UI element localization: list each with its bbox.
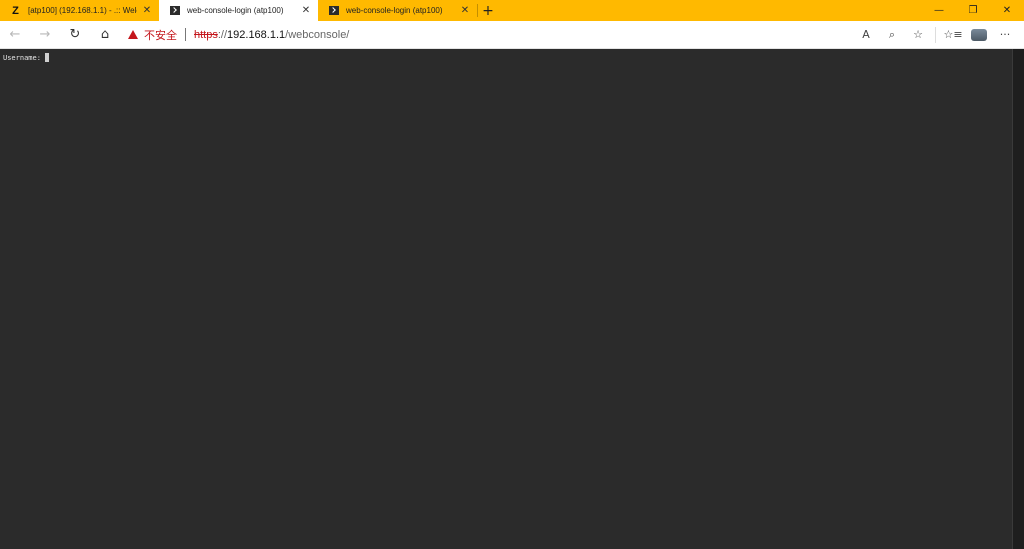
favorites-list-icon[interactable]: ☆≡ (940, 21, 966, 49)
terminal-line: Username: (3, 53, 49, 62)
close-icon[interactable]: ✕ (300, 5, 312, 17)
url-scheme: https (194, 28, 218, 41)
address-bar[interactable]: 不安全 https://192.168.1.1/webconsole/ (128, 21, 853, 49)
toolbar-right: A͏ ⌕ ☆ ☆≡ ··· (853, 21, 1024, 49)
navigation-bar: ← → ↻ ⌂ 不安全 https://192.168.1.1/webconso… (0, 21, 1024, 49)
read-aloud-icon[interactable]: A͏ (853, 21, 879, 49)
home-button[interactable]: ⌂ (90, 21, 120, 49)
terminal-cursor (44, 53, 49, 62)
favorite-star-icon[interactable]: ☆ (905, 21, 931, 49)
username-prompt: Username: (3, 53, 41, 62)
tab-title: [atp100] (192.168.1.1) - .:: Welco (28, 6, 137, 15)
warning-icon (128, 30, 138, 39)
more-menu-icon[interactable]: ··· (992, 21, 1018, 49)
close-icon[interactable]: ✕ (459, 5, 471, 17)
tab-title: web-console-login (atp100) (346, 6, 443, 15)
tab-atp100-welcome[interactable]: Z [atp100] (192.168.1.1) - .:: Welco ✕ (0, 0, 159, 21)
console-icon (328, 5, 339, 16)
toolbar-divider (935, 26, 936, 43)
url-host: 192.168.1.1 (227, 28, 286, 41)
refresh-button[interactable]: ↻ (60, 21, 90, 49)
console-icon (169, 5, 180, 16)
back-button[interactable]: ← (0, 21, 30, 49)
restore-button[interactable]: ❐ (956, 0, 990, 21)
window-controls: — ❐ ✕ (922, 0, 1024, 21)
tab-web-console-login-active[interactable]: web-console-login (atp100) ✕ (159, 0, 318, 21)
avatar (971, 28, 987, 41)
close-window-button[interactable]: ✕ (990, 0, 1024, 21)
zoom-icon[interactable]: ⌕ (879, 21, 905, 49)
tab-strip: Z [atp100] (192.168.1.1) - .:: Welco ✕ w… (0, 0, 1024, 21)
profile-avatar[interactable] (966, 21, 992, 49)
url-separator: :// (217, 28, 228, 41)
minimize-button[interactable]: — (922, 0, 956, 21)
web-console-terminal[interactable]: Username: (0, 49, 1024, 549)
tab-web-console-login[interactable]: web-console-login (atp100) ✕ (318, 0, 477, 21)
close-icon[interactable]: ✕ (141, 5, 153, 17)
forward-button[interactable]: → (30, 21, 60, 49)
security-status[interactable]: 不安全 (144, 27, 177, 43)
address-divider (185, 28, 186, 41)
tab-title: web-console-login (atp100) (187, 6, 284, 15)
new-tab-button[interactable]: + (478, 0, 498, 21)
url-path: /webconsole/ (285, 28, 350, 41)
zyxel-z-icon: Z (12, 4, 19, 17)
terminal-scrollbar[interactable] (1012, 49, 1024, 549)
